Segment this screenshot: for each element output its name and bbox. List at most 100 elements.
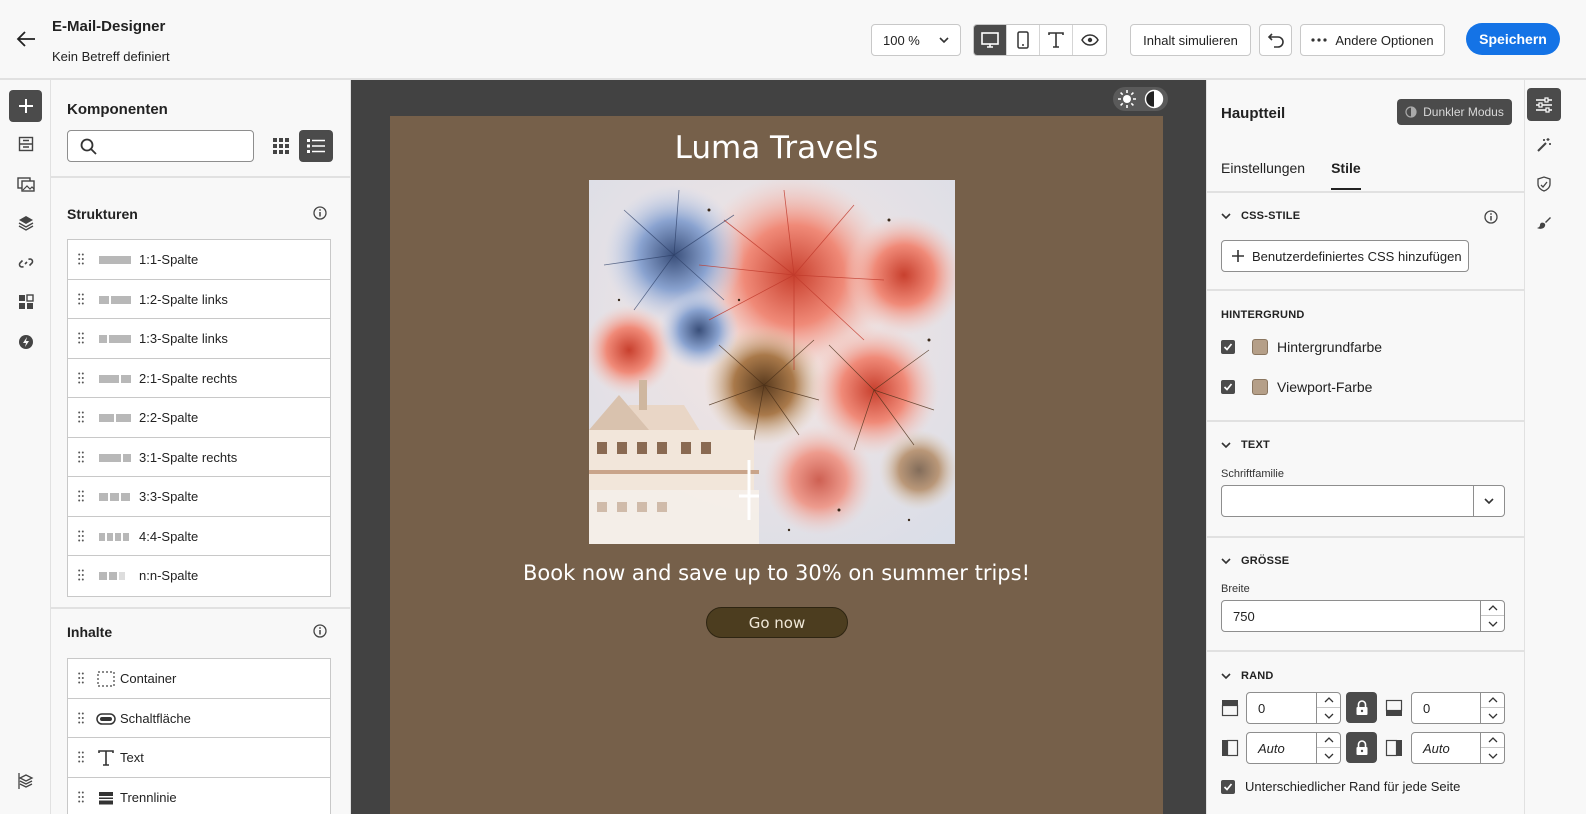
divider bbox=[1207, 289, 1524, 291]
margin-right-value: Auto bbox=[1423, 741, 1450, 756]
different-margin-row[interactable]: Unterschiedlicher Rand für jede Seite bbox=[1221, 779, 1460, 794]
border-section-header[interactable]: RAND bbox=[1221, 670, 1274, 682]
width-stepper[interactable] bbox=[1480, 601, 1504, 631]
component-search-input[interactable] bbox=[67, 130, 254, 162]
margin-horizontal-lock[interactable] bbox=[1346, 732, 1377, 763]
structure-item[interactable]: 2:1-Spalte rechts bbox=[68, 359, 330, 398]
preview-button[interactable] bbox=[1073, 25, 1106, 55]
decrement-button[interactable] bbox=[1317, 748, 1340, 763]
margin-left-stepper[interactable] bbox=[1316, 733, 1340, 763]
theme-toggle[interactable] bbox=[1113, 87, 1168, 111]
background-color-swatch[interactable] bbox=[1252, 339, 1268, 355]
font-family-dropdown-button[interactable] bbox=[1473, 486, 1504, 516]
undo-button[interactable] bbox=[1259, 24, 1292, 56]
margin-right-input[interactable]: Auto bbox=[1411, 732, 1505, 764]
decrement-button[interactable] bbox=[1317, 708, 1340, 723]
css-styles-section-header[interactable]: CSS-STILE bbox=[1221, 210, 1300, 222]
links-button[interactable] bbox=[9, 247, 42, 279]
decrement-button[interactable] bbox=[1481, 748, 1504, 763]
undo-icon bbox=[1267, 33, 1284, 48]
margin-bottom-input[interactable]: 0 bbox=[1411, 692, 1505, 724]
more-options-button[interactable]: Andere Optionen bbox=[1300, 24, 1445, 56]
magic-wand-rail-button[interactable] bbox=[1527, 128, 1561, 161]
background-color-label: Hintergrundfarbe bbox=[1277, 339, 1383, 355]
decrement-button[interactable] bbox=[1481, 708, 1504, 723]
properties-rail-button[interactable] bbox=[1527, 88, 1561, 121]
personalization-button[interactable] bbox=[9, 286, 42, 318]
mobile-view-button[interactable] bbox=[1007, 25, 1040, 55]
content-item-divider[interactable]: Trennlinie bbox=[68, 778, 330, 814]
structure-item[interactable]: 1:1-Spalte bbox=[68, 240, 330, 280]
email-cta-button[interactable]: Go now bbox=[706, 607, 848, 638]
structure-label: 2:1-Spalte rechts bbox=[139, 370, 238, 386]
increment-button[interactable] bbox=[1481, 733, 1504, 748]
size-section-header[interactable]: GRÖSSE bbox=[1221, 555, 1289, 567]
margin-vertical-lock[interactable] bbox=[1346, 692, 1377, 723]
drag-handle-icon bbox=[78, 372, 84, 383]
tab-settings[interactable]: Einstellungen bbox=[1221, 160, 1305, 190]
grid-view-button[interactable] bbox=[266, 130, 296, 162]
viewport-color-swatch[interactable] bbox=[1252, 379, 1268, 395]
add-components-button[interactable] bbox=[9, 90, 42, 122]
structure-item[interactable]: 3:1-Spalte rechts bbox=[68, 438, 330, 477]
margin-right-stepper[interactable] bbox=[1480, 733, 1504, 763]
viewport-color-row[interactable]: Viewport-Farbe bbox=[1221, 379, 1372, 395]
dark-mode-button[interactable]: Dunkler Modus bbox=[1397, 99, 1512, 125]
background-color-row[interactable]: Hintergrundfarbe bbox=[1221, 339, 1382, 355]
margin-bottom-stepper[interactable] bbox=[1480, 693, 1504, 723]
structure-item[interactable]: 4:4-Spalte bbox=[68, 517, 330, 556]
simulate-content-button[interactable]: Inhalt simulieren bbox=[1130, 24, 1251, 56]
structure-label: 1:3-Spalte links bbox=[139, 331, 228, 346]
width-input[interactable]: 750 bbox=[1221, 600, 1505, 632]
text-view-button[interactable] bbox=[1040, 25, 1073, 55]
viewport-color-checkbox[interactable] bbox=[1221, 380, 1235, 394]
back-button[interactable] bbox=[12, 27, 40, 51]
margin-top-input[interactable]: 0 bbox=[1246, 692, 1341, 724]
increment-button[interactable] bbox=[1317, 693, 1340, 708]
margin-left-input[interactable]: Auto bbox=[1246, 732, 1341, 764]
increment-button[interactable] bbox=[1481, 693, 1504, 708]
email-title[interactable]: Luma Travels bbox=[390, 130, 1163, 166]
structure-item[interactable]: 2:2-Spalte bbox=[68, 398, 330, 438]
plus-icon bbox=[1232, 250, 1244, 262]
chevron-down-icon bbox=[1488, 713, 1497, 719]
structure-item[interactable]: 1:2-Spalte links bbox=[68, 280, 330, 319]
desktop-view-button[interactable] bbox=[974, 25, 1007, 55]
email-body[interactable]: Luma Travels Book now and save up to 30%… bbox=[390, 116, 1163, 814]
blocks-icon bbox=[18, 294, 34, 309]
increment-button[interactable] bbox=[1317, 733, 1340, 748]
info-icon[interactable] bbox=[1484, 210, 1498, 224]
drag-handle-icon bbox=[78, 253, 84, 265]
assets-button[interactable] bbox=[9, 168, 42, 200]
add-custom-css-button[interactable]: Benutzerdefiniertes CSS hinzufügen bbox=[1221, 240, 1469, 272]
font-family-select[interactable] bbox=[1221, 485, 1505, 517]
content-item-text[interactable]: Text bbox=[68, 738, 330, 778]
different-margin-checkbox[interactable] bbox=[1221, 779, 1235, 794]
text-icon bbox=[1048, 32, 1064, 48]
background-color-checkbox[interactable] bbox=[1221, 340, 1235, 354]
zoom-select[interactable]: 100 % bbox=[871, 24, 961, 56]
tab-styles[interactable]: Stile bbox=[1331, 160, 1361, 190]
text-section-header[interactable]: TEXT bbox=[1221, 439, 1270, 451]
save-button[interactable]: Speichern bbox=[1466, 23, 1560, 55]
content-item-container[interactable]: Container bbox=[68, 659, 330, 699]
layer-navigation-button[interactable] bbox=[9, 765, 42, 797]
increment-button[interactable] bbox=[1481, 601, 1504, 616]
decrement-button[interactable] bbox=[1481, 616, 1504, 631]
email-body-text[interactable]: Book now and save up to 30% on summer tr… bbox=[390, 561, 1163, 585]
brush-rail-button[interactable] bbox=[1527, 206, 1561, 239]
fragments-button[interactable] bbox=[9, 128, 42, 160]
structure-item[interactable]: 1:3-Spalte links bbox=[68, 319, 330, 359]
structure-item[interactable]: 3:3-Spalte bbox=[68, 477, 330, 517]
info-icon[interactable] bbox=[313, 206, 327, 220]
fireworks-image[interactable] bbox=[589, 180, 955, 544]
structure-item[interactable]: n:n-Spalte bbox=[68, 556, 330, 596]
text-icon bbox=[96, 749, 116, 767]
margin-top-stepper[interactable] bbox=[1316, 693, 1340, 723]
info-icon[interactable] bbox=[313, 624, 327, 638]
layers-button[interactable] bbox=[9, 207, 42, 239]
list-view-button[interactable] bbox=[299, 130, 333, 162]
content-item-button[interactable]: Schaltfläche bbox=[68, 699, 330, 738]
accessibility-rail-button[interactable] bbox=[1527, 167, 1561, 200]
dynamic-content-button[interactable] bbox=[9, 326, 42, 358]
